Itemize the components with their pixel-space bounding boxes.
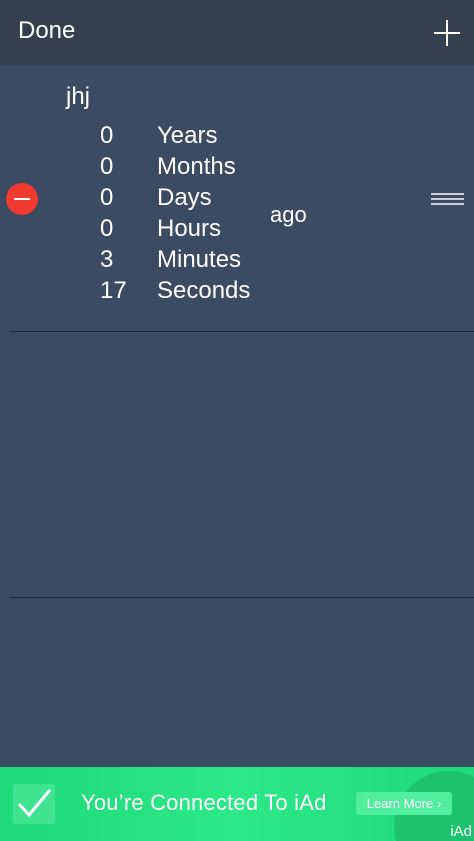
unit-value: 0 [100, 122, 114, 149]
chevron-right-icon: › [436, 796, 442, 811]
add-button[interactable] [432, 18, 462, 48]
unit-label: Hours [157, 215, 222, 242]
navigation-bar: Done [0, 0, 474, 65]
unit-value: 0 [100, 184, 114, 211]
unit-row-days: 0 Days [0, 184, 280, 215]
unit-label: Days [157, 184, 212, 211]
plus-icon [434, 20, 460, 46]
item-title: jhj [66, 83, 91, 110]
ago-label: ago [270, 202, 307, 227]
unit-row-hours: 0 Hours [0, 215, 280, 246]
unit-label: Seconds [157, 277, 251, 304]
unit-label: Months [157, 153, 236, 180]
unit-row-years: 0 Years [0, 122, 280, 153]
unit-row-minutes: 3 Minutes [0, 246, 280, 277]
unit-value: 3 [100, 246, 114, 273]
unit-value: 17 [100, 277, 127, 304]
empty-list-item [0, 599, 474, 767]
unit-row-seconds: 17 Seconds [0, 277, 280, 308]
checkmark-icon [13, 784, 55, 824]
iad-corner-label: iAd [450, 823, 472, 840]
unit-value: 0 [100, 153, 114, 180]
unit-label: Minutes [157, 246, 242, 273]
empty-list-item [0, 332, 474, 597]
ad-text: You’re Connected To iAd [81, 790, 327, 815]
unit-label: Years [157, 122, 218, 149]
learn-more-button[interactable]: Learn More › [356, 792, 452, 815]
done-button[interactable]: Done [18, 17, 75, 45]
unit-value: 0 [100, 215, 114, 242]
row-separator [10, 597, 474, 598]
unit-row-months: 0 Months [0, 153, 280, 184]
reorder-handle-icon[interactable] [431, 190, 464, 208]
ad-banner[interactable]: You’re Connected To iAd Learn More › iAd [0, 767, 474, 841]
learn-more-label: Learn More [366, 796, 434, 811]
